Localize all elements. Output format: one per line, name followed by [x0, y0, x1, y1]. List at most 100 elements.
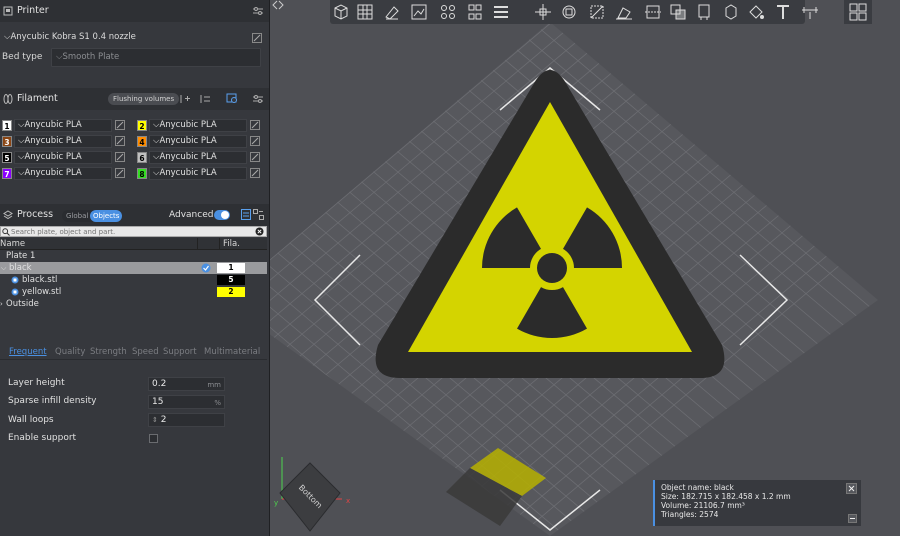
filament-slot-color[interactable]: 3 [2, 136, 12, 147]
move-icon [535, 4, 551, 20]
filament-preset-select[interactable]: ⌵Anycubic PLA [149, 119, 247, 132]
build-plate[interactable] [270, 0, 900, 536]
global-objects-toggle[interactable]: Global Objects [62, 210, 123, 222]
support-paint-icon [698, 4, 710, 20]
add-object-button[interactable] [331, 2, 351, 22]
filament-settings-icon[interactable] [252, 93, 264, 105]
tab-speed[interactable]: Speed [132, 347, 159, 357]
column-name[interactable]: Name [0, 239, 25, 249]
tab-support[interactable]: Support [163, 347, 197, 357]
tab-frequent[interactable]: Frequent [9, 347, 47, 357]
filament-slot-color[interactable]: 7 [2, 168, 12, 179]
scale-button[interactable] [587, 2, 607, 22]
clear-search-icon[interactable] [255, 227, 264, 236]
toggle-global[interactable]: Global [66, 210, 88, 222]
filament-slot-color[interactable]: 2 [137, 120, 147, 131]
filament-preset-select[interactable]: ⌵Anycubic PLA [149, 167, 247, 180]
filament-preset-select[interactable]: ⌵Anycubic PLA [14, 119, 112, 132]
column-fila[interactable]: Fila. [223, 239, 240, 249]
advanced-switch[interactable] [214, 210, 230, 220]
filament-slot-color[interactable]: 5 [2, 152, 12, 163]
object-filament-box[interactable]: 1 [217, 263, 245, 273]
orient-button[interactable] [382, 2, 402, 22]
stepper-arrows-icon[interactable]: ⇕ [152, 416, 158, 424]
edit-filament-icon[interactable] [115, 120, 125, 130]
enable-support-checkbox[interactable] [149, 434, 158, 443]
close-info-icon[interactable] [846, 483, 857, 494]
process-compare-icon[interactable] [253, 209, 264, 220]
tab-quality[interactable]: Quality [55, 347, 85, 357]
object-row-selected[interactable]: ⌵ black 1 [0, 262, 267, 274]
wall-loops-label: Wall loops [8, 415, 54, 425]
split-objects-button[interactable] [438, 2, 458, 22]
edit-filament-icon[interactable] [250, 120, 260, 130]
filament-preset-select[interactable]: ⌵Anycubic PLA [149, 151, 247, 164]
filament-preset-select[interactable]: ⌵Anycubic PLA [14, 135, 112, 148]
edit-filament-icon[interactable] [115, 136, 125, 146]
printer-preset-select[interactable]: ⌵Anycubic Kobra S1 0.4 nozzle [0, 31, 250, 46]
edit-filament-icon[interactable] [115, 168, 125, 178]
sparse-infill-input[interactable]: 15 % [148, 395, 225, 409]
plate-row[interactable]: Plate 1 [0, 250, 267, 262]
boolean-button[interactable] [668, 2, 688, 22]
filament-slot-color[interactable]: 4 [137, 136, 147, 147]
minimize-info-icon[interactable] [848, 514, 857, 523]
process-preset-icon[interactable] [241, 209, 251, 220]
collapse-arrow-icon[interactable]: ⌵ [1, 262, 6, 274]
arrange-button[interactable] [409, 2, 429, 22]
rotate-icon [562, 5, 576, 19]
flushing-volumes-button[interactable]: Flushing volumes [108, 93, 180, 105]
expand-arrow-icon[interactable]: › [0, 298, 3, 310]
collapse-sidebar-icon[interactable] [272, 0, 284, 10]
tab-multimaterial[interactable]: Multimaterial [204, 347, 260, 357]
part-filament-box[interactable]: 2 [217, 287, 245, 297]
view-cube[interactable]: Bottom x y [270, 455, 360, 536]
seam-paint-button[interactable] [721, 2, 741, 22]
printer-section-header[interactable]: Printer [0, 0, 269, 22]
search-input[interactable] [11, 227, 251, 236]
color-paint-button[interactable] [746, 2, 766, 22]
3d-viewport[interactable]: Bottom x y Object name: black Size: 182.… [270, 0, 900, 536]
cut-button[interactable] [643, 2, 663, 22]
support-paint-button[interactable] [695, 2, 715, 22]
tab-strength[interactable]: Strength [90, 347, 127, 357]
filament-preset-select[interactable]: ⌵Anycubic PLA [149, 135, 247, 148]
filament-preset-select[interactable]: ⌵Anycubic PLA [14, 151, 112, 164]
process-section-header[interactable]: Process Global Objects Advanced [0, 204, 269, 226]
split-parts-button[interactable] [465, 2, 485, 22]
move-button[interactable] [533, 2, 553, 22]
edit-filament-icon[interactable] [250, 152, 260, 162]
edit-filament-icon[interactable] [250, 168, 260, 178]
filament-section-header[interactable]: Filament Flushing volumes [0, 88, 269, 110]
lay-on-face-button[interactable] [614, 2, 634, 22]
wall-loops-stepper[interactable]: ⇕ 2 [148, 413, 225, 427]
measure-button[interactable] [800, 2, 820, 22]
outside-row[interactable]: › Outside [0, 298, 267, 310]
filament-slot-color[interactable]: 8 [137, 168, 147, 179]
layer-height-unit: mm [207, 381, 221, 389]
printer-settings-icon[interactable] [252, 5, 264, 17]
add-plate-button[interactable] [355, 2, 375, 22]
add-filament-icon[interactable] [180, 93, 191, 104]
filament-preset-select[interactable]: ⌵Anycubic PLA [14, 167, 112, 180]
toggle-objects[interactable]: Objects [90, 210, 123, 222]
bed-type-select[interactable]: ⌵Smooth Plate [51, 48, 261, 67]
settings-modified-icon[interactable] [201, 263, 211, 273]
edit-printer-icon[interactable] [252, 33, 262, 43]
edit-filament-icon[interactable] [250, 136, 260, 146]
filament-preset-name: Anycubic PLA [159, 152, 217, 162]
remove-filament-icon[interactable] [200, 93, 211, 104]
sync-filament-icon[interactable] [226, 93, 238, 104]
object-search-bar[interactable] [0, 226, 267, 237]
text-button[interactable] [773, 2, 793, 22]
layer-height-input[interactable]: 0.2 mm [148, 377, 225, 391]
layers-view-button[interactable] [491, 2, 511, 22]
rotate-button[interactable] [559, 2, 579, 22]
part-row[interactable]: yellow.stl 2 [0, 286, 267, 298]
filament-slot-color[interactable]: 1 [2, 120, 12, 131]
part-row[interactable]: black.stl 5 [0, 274, 267, 286]
edit-filament-icon[interactable] [115, 152, 125, 162]
assemble-view-button[interactable] [844, 0, 872, 24]
part-filament-box[interactable]: 5 [217, 275, 245, 285]
filament-slot-color[interactable]: 6 [137, 152, 147, 163]
